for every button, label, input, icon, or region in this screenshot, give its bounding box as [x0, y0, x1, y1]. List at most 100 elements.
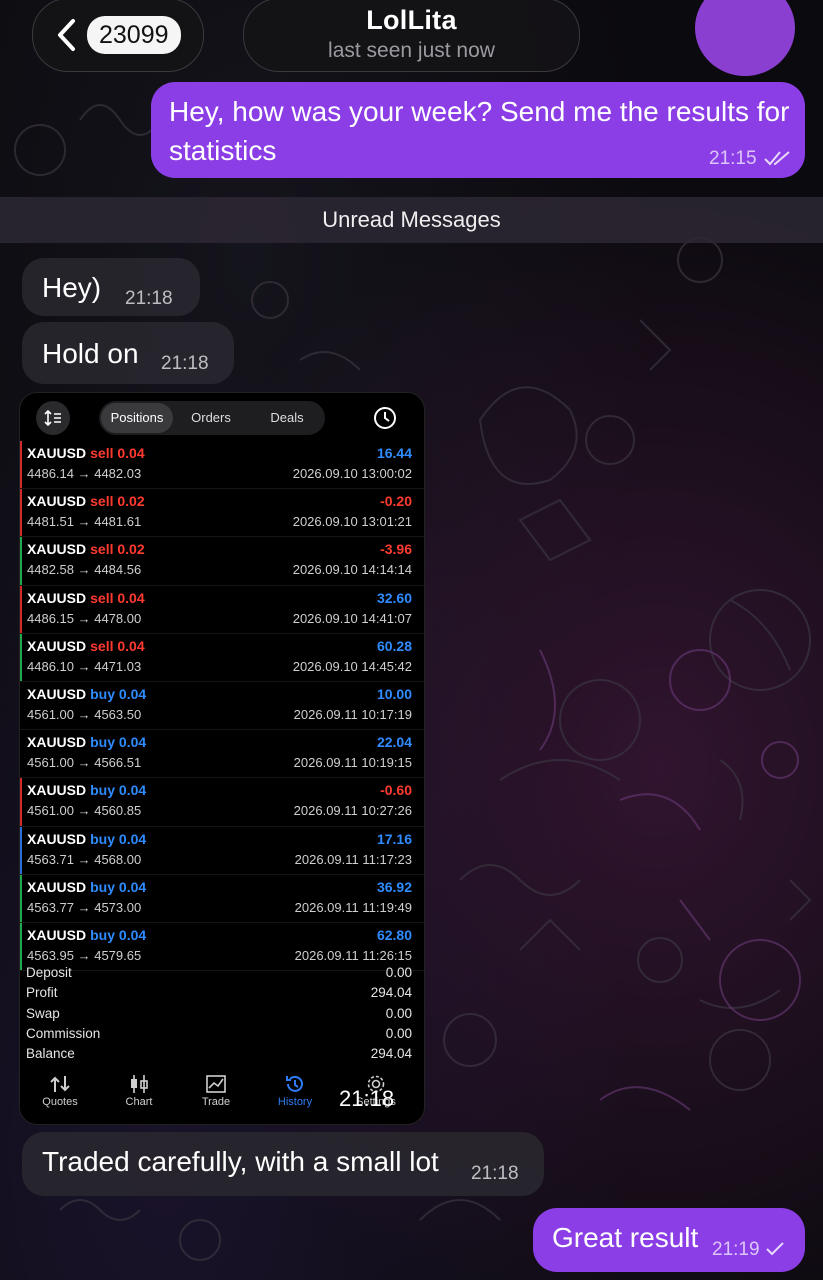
symbol-text: XAUUSD [27, 926, 87, 943]
trade-datetime: 2026.09.10 14:14:14 [292, 562, 412, 578]
symbol-text: XAUUSD [27, 589, 87, 606]
message-time: 21:19 [712, 1239, 760, 1260]
symbol-text: XAUUSD [27, 830, 87, 847]
tab-positions[interactable]: Positions [101, 403, 173, 433]
nav-label: Chart [125, 1096, 153, 1108]
trade-status-bar [20, 489, 22, 537]
trade-row[interactable]: XAUUSD buy 0.04 4561.00 → 4566.51 22.04 2026… [20, 730, 424, 779]
trade-row[interactable]: XAUUSD buy 0.04 4563.95 → 4579.65 62.80 2026… [20, 922, 424, 972]
trade-side: buy 0.04 [90, 734, 147, 751]
trade-row[interactable]: XAUUSD sell 0.04 4486.15 → 4478.00 32.60 202… [20, 585, 424, 634]
trade-side: sell 0.04 [90, 637, 145, 654]
trade-list: XAUUSD sell 0.04 4486.14 → 4482.03 16.44 202… [20, 441, 424, 972]
quotes-icon [50, 1076, 70, 1092]
trade-prices: 4481.51 → 4481.61 [27, 514, 142, 530]
trade-prices: 4561.00 → 4563.50 [27, 706, 142, 722]
trade-symbol: XAUUSD sell 0.04 [27, 638, 145, 654]
trade-row[interactable]: XAUUSD sell 0.04 4486.10 → 4471.03 60.28 202… [20, 633, 424, 682]
symbol-text: XAUUSD [27, 734, 87, 751]
symbol-text: XAUUSD [27, 685, 87, 702]
summary-row: Profit 294.04 [26, 985, 412, 1005]
trade-datetime: 2026.09.10 13:00:02 [292, 466, 412, 481]
history-toolbar: Positions Orders Deals [20, 401, 424, 437]
trade-status-bar [20, 633, 22, 681]
message-text: Hey) [42, 272, 102, 303]
nav-history[interactable]: History [265, 1071, 325, 1108]
trade-side: buy 0.04 [90, 878, 147, 895]
trade-status-bar [20, 537, 22, 585]
trade-datetime: 2026.09.11 10:19:15 [293, 755, 412, 771]
trade-row[interactable]: XAUUSD sell 0.02 4481.51 → 4481.61 -0.20 202… [20, 489, 424, 538]
summary-label: Commission [26, 1025, 101, 1041]
trade-prices: 4561.00 → 4566.51 [27, 755, 142, 771]
sort-button[interactable] [36, 401, 70, 435]
symbol-text: XAUUSD [27, 445, 87, 461]
outgoing-message[interactable]: Great result 21:19 [533, 1208, 805, 1272]
trade-row[interactable]: XAUUSD sell 0.02 4482.58 → 4484.56 -3.96 202… [20, 537, 424, 586]
double-check-icon [764, 151, 790, 166]
incoming-message[interactable]: Hold on 21:18 [22, 322, 234, 384]
trade-side: buy 0.04 [90, 782, 147, 799]
summary-row: Swap 0.00 [26, 1006, 412, 1026]
summary-value: 0.00 [385, 1025, 412, 1041]
summary-label: Deposit [26, 965, 72, 980]
nav-quotes[interactable]: Quotes [30, 1071, 90, 1108]
trade-profit: 60.28 [376, 637, 412, 654]
trade-row[interactable]: XAUUSD buy 0.04 4563.71 → 4568.00 17.16 2026… [20, 826, 424, 875]
trade-profit: 62.80 [376, 926, 412, 943]
chat-title-header[interactable]: LolLita last seen just now [243, 0, 580, 72]
trade-profit: -0.60 [380, 782, 412, 799]
summary-value: 0.00 [385, 1005, 412, 1021]
trade-symbol: XAUUSD buy 0.04 [27, 879, 146, 895]
incoming-message[interactable]: Traded carefully, with a small lot 21:18 [22, 1132, 544, 1196]
trade-status-bar [20, 585, 22, 633]
symbol-text: XAUUSD [27, 493, 87, 510]
trade-status-bar [20, 441, 22, 489]
trade-symbol: XAUUSD buy 0.04 [27, 734, 146, 750]
summary-label: Swap [26, 1005, 60, 1021]
message-text: Traded carefully, with a small lot [42, 1146, 439, 1177]
summary-label: Profit [26, 985, 58, 1001]
trade-side: sell 0.04 [90, 445, 145, 461]
trade-row[interactable]: XAUUSD buy 0.04 4563.77 → 4573.00 36.92 2026… [20, 874, 424, 923]
check-icon [766, 1242, 784, 1256]
message-text: Great result [552, 1222, 699, 1253]
tab-deals[interactable]: Deals [251, 403, 323, 433]
trade-symbol: XAUUSD buy 0.04 [27, 927, 146, 943]
message-time: 21:18 [125, 288, 173, 309]
trade-side: buy 0.04 [90, 830, 147, 847]
incoming-message[interactable]: Hey) 21:18 [22, 258, 200, 316]
tab-orders[interactable]: Orders [175, 403, 247, 433]
trade-prices: 4486.15 → 4478.00 [27, 610, 142, 626]
summary-row: Balance 294.04 [26, 1046, 412, 1066]
trade-status-bar [20, 922, 22, 971]
trade-prices: 4486.10 → 4471.03 [27, 658, 142, 674]
trade-side: sell 0.02 [90, 493, 145, 510]
trade-history-screenshot[interactable]: Positions Orders Deals XAUUSD sell 0.04 44… [19, 392, 425, 1125]
chevron-left-icon [58, 19, 75, 51]
trade-row[interactable]: XAUUSD sell 0.04 4486.14 → 4482.03 16.44 202… [20, 441, 424, 490]
trade-prices: 4486.14 → 4482.03 [27, 466, 142, 481]
outgoing-message[interactable]: Hey, how was your week? Send me the resu… [151, 82, 805, 178]
trade-status-bar [20, 778, 22, 826]
unread-count-badge: 23099 [87, 16, 181, 54]
nav-chart[interactable]: Chart [109, 1071, 169, 1108]
message-time: 21:15 [709, 148, 757, 169]
history-icon [286, 1075, 303, 1092]
chat-name: LolLita [366, 5, 457, 35]
back-button[interactable]: 23099 [32, 0, 204, 72]
trade-prices: 4563.77 → 4573.00 [27, 899, 142, 915]
trade-datetime: 2026.09.11 10:27:26 [293, 803, 412, 819]
trade-datetime: 2026.09.10 13:01:21 [292, 514, 412, 530]
nav-label: History [277, 1096, 313, 1108]
trade-symbol: XAUUSD buy 0.04 [27, 686, 146, 702]
symbol-text: XAUUSD [27, 878, 87, 895]
clock-icon[interactable] [370, 403, 400, 433]
message-time: 21:18 [339, 1086, 395, 1111]
trade-prices: 4482.58 → 4484.56 [27, 562, 142, 578]
trade-datetime: 2026.09.10 14:45:42 [292, 658, 412, 674]
sort-icon [44, 410, 61, 426]
trade-row[interactable]: XAUUSD buy 0.04 4561.00 → 4563.50 10.00 2026… [20, 681, 424, 731]
nav-trade[interactable]: Trade [186, 1071, 246, 1108]
trade-row[interactable]: XAUUSD buy 0.04 4561.00 → 4560.85 -0.60 2026… [20, 778, 424, 827]
